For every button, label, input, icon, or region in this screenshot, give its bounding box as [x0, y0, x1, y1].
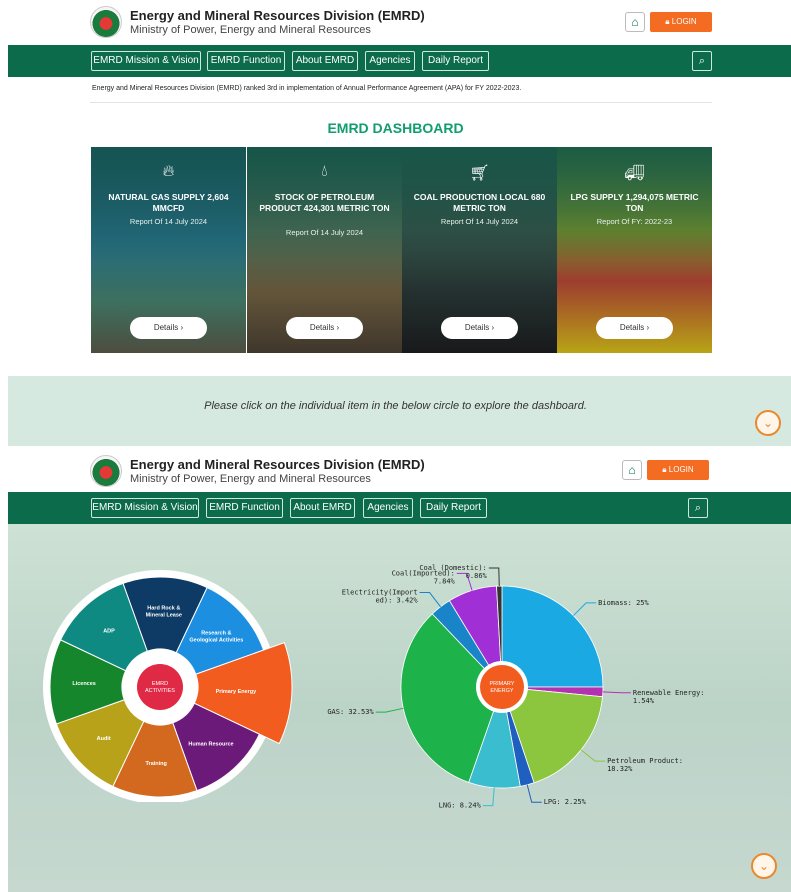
- card-date: Report Of 14 July 2024: [129, 217, 208, 226]
- card-date: Report Of FY: 2022-23: [596, 217, 673, 226]
- chevron-right-icon: ›: [646, 323, 650, 332]
- pie-center[interactable]: [480, 665, 524, 709]
- org-title: Energy and Mineral Resources Division (E…: [130, 8, 425, 23]
- pie-label-renewable-energy: 1.54%: [633, 697, 655, 705]
- news-ticker[interactable]: Energy and Mineral Resources Division (E…: [92, 85, 521, 92]
- wheel-label-hard-rock-mineral-lease: Mineral Lease: [146, 613, 182, 619]
- pie-leader-renewable-energy: [602, 691, 631, 694]
- chevron-down-icon[interactable]: ⌄: [755, 410, 781, 436]
- card-date: Report Of 14 July 2024: [285, 228, 364, 237]
- card-title: COAL PRODUCTION LOCAL 680 METRIC TON: [413, 192, 546, 213]
- pie-leader-lpg: [526, 784, 542, 803]
- pie-leader-petroleum-product: [580, 749, 606, 762]
- card-natural-gas[interactable]: 🔥︎ NATURAL GAS SUPPLY 2,604 MMCFD Report…: [91, 147, 246, 353]
- pie-label-lpg: LPG: 2.25%: [544, 798, 587, 806]
- wheel-label-hard-rock-mineral-lease: Hard Rock &: [147, 606, 180, 612]
- details-button[interactable]: Details ›: [441, 317, 518, 339]
- pie-leader-biomass: [573, 602, 597, 616]
- activities-wheel: Hard Rock &Mineral Lease Research &Geolog…: [43, 570, 293, 802]
- divider: [90, 102, 712, 103]
- details-button[interactable]: Details ›: [286, 317, 363, 339]
- pie-label-coal-domestic: Coal (Domestic):: [419, 564, 486, 572]
- wheel-label-audit: Audit: [97, 736, 111, 742]
- nav-item-mission-vision[interactable]: EMRD Mission & Vision: [91, 51, 201, 71]
- wheel-label-research-geological-activities: Research &: [201, 631, 231, 637]
- government-logo[interactable]: [90, 6, 122, 38]
- card-coal[interactable]: 🛒︎ COAL PRODUCTION LOCAL 680 METRIC TON …: [402, 147, 557, 353]
- main-nav-2: EMRD Mission & Vision EMRD Function Abou…: [8, 492, 791, 524]
- nav-item-about[interactable]: About EMRD: [290, 498, 355, 518]
- pie-label-electricity-imported: ed): 3.42%: [375, 597, 418, 605]
- coal-cart-icon: 🛒︎: [469, 165, 490, 182]
- pie-label-petroleum-product: Petroleum Product:: [607, 757, 683, 765]
- home-icon[interactable]: ⌂: [625, 12, 645, 32]
- pie-label-lng: LNG: 8.24%: [439, 802, 482, 810]
- search-icon[interactable]: ⌕: [692, 51, 712, 71]
- gas-cylinder-icon: 🚚︎: [624, 165, 645, 182]
- login-button[interactable]: 🔒︎ LOGIN: [650, 12, 712, 32]
- chevron-right-icon: ›: [336, 323, 340, 332]
- card-title: LPG SUPPLY 1,294,075 METRIC TON: [570, 192, 699, 213]
- card-lpg[interactable]: 🚚︎ LPG SUPPLY 1,294,075 METRIC TON Repor…: [557, 147, 712, 353]
- org-subtitle: Ministry of Power, Energy and Mineral Re…: [130, 24, 371, 36]
- pie-leader-coal-domestic: [488, 567, 500, 587]
- wheel-label-training: Training: [146, 761, 167, 767]
- nav-item-function[interactable]: EMRD Function: [206, 498, 283, 518]
- org-subtitle: Ministry of Power, Energy and Mineral Re…: [130, 473, 371, 485]
- pie-label-coal-domestic: 0.86%: [466, 572, 488, 580]
- nav-item-function[interactable]: EMRD Function: [207, 51, 285, 71]
- banner-text: Please click on the individual item in t…: [204, 400, 587, 412]
- search-icon[interactable]: ⌕: [688, 498, 708, 518]
- pie-center-label-2: ENERGY: [490, 688, 514, 694]
- login-button[interactable]: 🔒︎ LOGIN: [647, 460, 709, 480]
- wheel-label-primary-energy: Primary Energy: [216, 689, 258, 695]
- primary-energy-chart: Biomass: 25% Renewable Energy:1.54% Petrol…: [327, 564, 705, 810]
- flame-icon: 🔥︎: [162, 163, 175, 180]
- nav-item-mission-vision[interactable]: EMRD Mission & Vision: [91, 498, 199, 518]
- wheel-center-label-1: EMRD: [152, 681, 168, 687]
- nav-item-agencies[interactable]: Agencies: [365, 51, 415, 71]
- pie-leader-lng: [482, 787, 495, 807]
- pie-label-coal-imported: 7.84%: [434, 577, 456, 585]
- pie-label-biomass: Biomass: 25%: [598, 599, 649, 607]
- wheel-label-research-geological-activities: Geological Activities: [189, 638, 243, 644]
- nav-item-daily-report[interactable]: Daily Report: [420, 498, 487, 518]
- chevron-right-icon: ›: [491, 323, 495, 332]
- pie-leader-electricity-imported: [419, 592, 441, 608]
- wheel-center-label-2: ACTIVITIES: [145, 688, 175, 694]
- government-logo[interactable]: [90, 455, 122, 487]
- page: Energy and Mineral Resources Division (E…: [0, 0, 791, 892]
- pie-label-petroleum-product: 18.32%: [607, 765, 633, 773]
- nav-item-agencies[interactable]: Agencies: [363, 498, 413, 518]
- pie-center-label-1: PRIMARY: [490, 681, 515, 687]
- oil-drop-icon: 💧︎: [321, 163, 328, 180]
- chevron-down-icon[interactable]: ⌄: [751, 853, 777, 879]
- site-header: Energy and Mineral Resources Division (E…: [0, 0, 791, 44]
- pie-label-renewable-energy: Renewable Energy:: [633, 689, 705, 697]
- wheel-center[interactable]: [137, 664, 183, 710]
- card-date: Report Of 14 July 2024: [440, 217, 519, 226]
- card-title: STOCK OF PETROLEUM PRODUCT 424,301 METRI…: [259, 192, 390, 213]
- details-button[interactable]: Details ›: [596, 317, 673, 339]
- chevron-right-icon: ›: [180, 323, 184, 332]
- card-title: NATURAL GAS SUPPLY 2,604 MMCFD: [108, 192, 229, 213]
- nav-item-daily-report[interactable]: Daily Report: [422, 51, 489, 71]
- pie-leader-gas: [375, 707, 404, 713]
- wheel-label-licences: Licences: [72, 681, 96, 687]
- pie-label-electricity-imported: Electricity(Import: [342, 589, 418, 597]
- details-button[interactable]: Details ›: [130, 317, 207, 339]
- home-icon[interactable]: ⌂: [622, 460, 642, 480]
- org-title: Energy and Mineral Resources Division (E…: [130, 457, 425, 472]
- nav-item-about[interactable]: About EMRD: [292, 51, 358, 71]
- pie-label-gas: GAS: 32.53%: [327, 708, 374, 716]
- site-header-2: Energy and Mineral Resources Division (E…: [0, 447, 791, 491]
- main-nav: EMRD Mission & Vision EMRD Function Abou…: [8, 45, 791, 77]
- dashboard-title: EMRD DASHBOARD: [327, 120, 464, 136]
- wheel-label-human-resource: Human Resource: [188, 741, 233, 747]
- wheel-label-adp: ADP: [103, 629, 115, 635]
- card-petroleum[interactable]: 💧︎ STOCK OF PETROLEUM PRODUCT 424,301 ME…: [247, 147, 402, 353]
